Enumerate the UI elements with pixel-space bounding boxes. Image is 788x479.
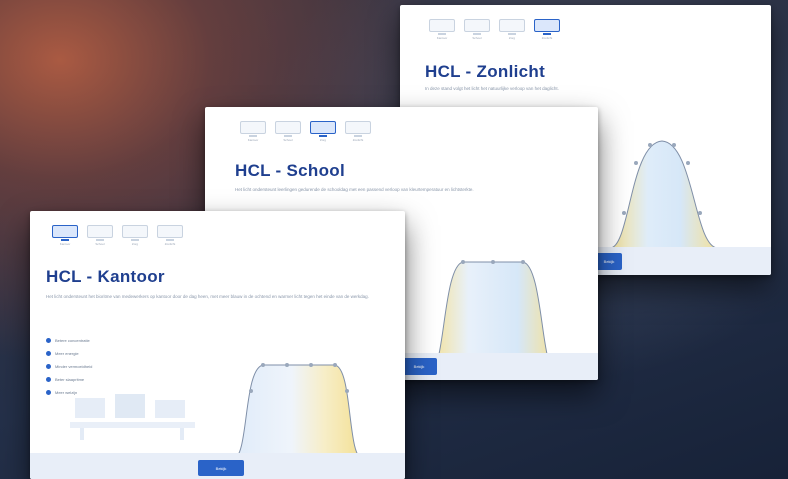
list-item: Beter slaapritme bbox=[46, 373, 92, 386]
monitor-icon bbox=[534, 19, 560, 35]
view-button[interactable]: Bekijk bbox=[401, 358, 437, 375]
tab-zorg[interactable]: Zorg bbox=[121, 225, 149, 246]
tab-kantoor[interactable]: Kantoor bbox=[51, 225, 79, 246]
tab-kantoor[interactable]: Kantoor bbox=[428, 19, 456, 40]
zonlicht-tabs: Kantoor School Zorg Zonlicht bbox=[428, 19, 561, 40]
page-title: HCL - Zonlicht bbox=[425, 62, 546, 81]
tab-school[interactable]: School bbox=[463, 19, 491, 40]
bullet-icon bbox=[46, 377, 51, 382]
light-curve-chart bbox=[232, 363, 364, 460]
monitor-icon bbox=[464, 19, 490, 35]
tab-zorg[interactable]: Zorg bbox=[498, 19, 526, 40]
monitor-icon bbox=[122, 225, 148, 241]
description: In deze stand volgt het licht het natuur… bbox=[425, 86, 559, 91]
monitor-icon bbox=[275, 121, 301, 137]
page-title: HCL - School bbox=[235, 161, 346, 180]
tab-school[interactable]: School bbox=[274, 121, 302, 142]
monitor-icon bbox=[499, 19, 525, 35]
view-button[interactable]: Bekijk bbox=[596, 253, 622, 270]
school-tabs: Kantoor School Zorg Zonlicht bbox=[239, 121, 372, 142]
view-button[interactable]: Bekijk bbox=[198, 460, 244, 476]
list-item: Meer energie bbox=[46, 347, 92, 360]
bullet-icon bbox=[46, 390, 51, 395]
monitor-icon bbox=[429, 19, 455, 35]
light-curve-chart bbox=[609, 140, 719, 249]
office-illustration bbox=[70, 394, 195, 440]
bullet-icon bbox=[46, 351, 51, 356]
list-item: Minder vermoeidheid bbox=[46, 360, 92, 373]
tab-zonlicht[interactable]: Zonlicht bbox=[344, 121, 372, 142]
monitor-icon bbox=[87, 225, 113, 241]
monitor-icon bbox=[240, 121, 266, 137]
tab-zonlicht[interactable]: Zonlicht bbox=[533, 19, 561, 40]
description: Het licht ondersteunt leerlingen geduren… bbox=[235, 187, 474, 192]
list-item: Betere concentratie bbox=[46, 334, 92, 347]
kantoor-tabs: Kantoor School Zorg Zonlicht bbox=[51, 225, 184, 246]
description: Het licht ondersteunt het bioritme van m… bbox=[46, 294, 369, 299]
monitor-icon bbox=[157, 225, 183, 241]
tab-zonlicht[interactable]: Zonlicht bbox=[156, 225, 184, 246]
bullet-icon bbox=[46, 364, 51, 369]
page-title: HCL - Kantoor bbox=[46, 267, 165, 286]
kantoor-card: Kantoor School Zorg Zonlicht HCL - Kanto… bbox=[30, 211, 405, 479]
monitor-icon bbox=[345, 121, 371, 137]
monitor-icon bbox=[52, 225, 78, 241]
tab-zorg[interactable]: Zorg bbox=[309, 121, 337, 142]
tab-school[interactable]: School bbox=[86, 225, 114, 246]
tab-kantoor[interactable]: Kantoor bbox=[239, 121, 267, 142]
bullet-icon bbox=[46, 338, 51, 343]
monitor-icon bbox=[310, 121, 336, 137]
